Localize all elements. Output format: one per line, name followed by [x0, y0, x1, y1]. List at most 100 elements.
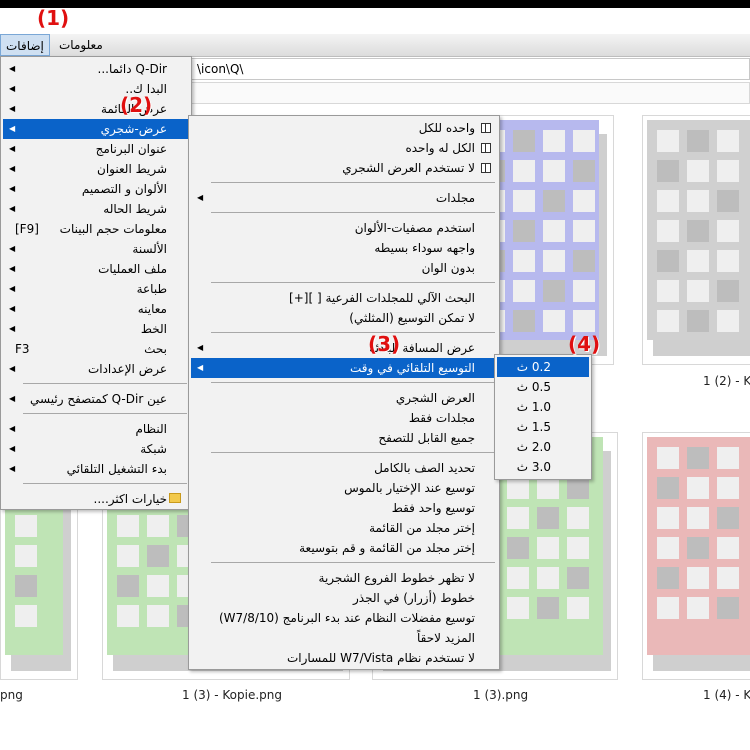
- tree-view-submenu: واحده للكل الكل له واحده لا تستخدم العرض ا…: [188, 115, 500, 670]
- menu-item-label: بحث: [144, 342, 167, 356]
- menu3-menu-item-4[interactable]: 2.0 ث: [497, 437, 589, 457]
- menu1-menu-item-16[interactable]: عين Q-Dir كمتصفح رئيسي ◀: [3, 389, 189, 409]
- menu1-menu-item-1[interactable]: البدا ك.. ◀: [3, 79, 189, 99]
- menu1-menu-item-13[interactable]: الخط ◀: [3, 319, 189, 339]
- menu1-menu-item-17[interactable]: النظام ◀: [3, 419, 189, 439]
- menu1-menu-item-3[interactable]: عرض-شجري ◀: [3, 119, 189, 139]
- menu2-menu-item-8[interactable]: لا تمكن التوسيع (المثلثي): [191, 308, 497, 328]
- menu1-menu-item-20[interactable]: خيارات اكثر....: [3, 489, 189, 509]
- menu3-menu-item-0[interactable]: 0.2 ث: [497, 357, 589, 377]
- annotation-2: (2): [120, 93, 153, 117]
- menu1-menu-item-7[interactable]: شريط الحاله ◀: [3, 199, 189, 219]
- menu-item-label: النظام: [135, 422, 167, 436]
- submenu-arrow-icon: ◀: [9, 124, 16, 133]
- submenu-arrow-icon: ◀: [9, 164, 16, 173]
- menu-addons[interactable]: إضافات: [0, 34, 50, 56]
- menu2-menu-item-13[interactable]: جميع القابل للتصفح: [191, 428, 497, 448]
- menu-item-label: التوسيع التلقائي في وقت: [349, 361, 475, 375]
- menu1-menu-item-6[interactable]: الألوان و التصميم ◀: [3, 179, 189, 199]
- menu-item-label: عنوان البرنامج: [95, 142, 167, 156]
- menu2-menu-item-12[interactable]: مجلدات فقط: [191, 408, 497, 428]
- menu2-menu-item-9[interactable]: عرض المسافة البادئة ◀: [191, 338, 497, 358]
- grid-icon: [481, 143, 491, 153]
- menu2-menu-item-11[interactable]: العرض الشجري: [191, 388, 497, 408]
- thumbnail[interactable]: [642, 432, 750, 680]
- menu-item-label: Q-Dir دائما...: [97, 62, 168, 76]
- menu1-menu-item-10[interactable]: ملف العمليات ◀: [3, 259, 189, 279]
- menu-separator: [23, 483, 187, 484]
- menu2-menu-item-23[interactable]: لا تستخدم نظام W7/Vista للمسارات: [191, 648, 497, 668]
- menu-item-label: واحده للكل: [418, 121, 475, 135]
- menu1-menu-item-11[interactable]: طباعة ◀: [3, 279, 189, 299]
- menu-separator: [211, 182, 495, 183]
- menu1-menu-item-18[interactable]: شبكة ◀: [3, 439, 189, 459]
- menu-item-label: شبكة: [140, 442, 167, 456]
- menu3-menu-item-3[interactable]: 1.5 ث: [497, 417, 589, 437]
- menu-item-label: المزيد لاحقاً: [417, 631, 475, 645]
- menu-item-label: عرض الإعدادات: [87, 362, 167, 376]
- menu-item-label: العرض الشجري: [395, 391, 475, 405]
- menu-info[interactable]: معلومات: [54, 34, 108, 56]
- menu-item-label: الخط: [140, 322, 167, 336]
- menu1-menu-item-9[interactable]: الألسنة ◀: [3, 239, 189, 259]
- menu-item-label: 3.0 ث: [516, 460, 551, 474]
- menu2-menu-item-2[interactable]: لا تستخدم العرض الشجري: [191, 158, 497, 178]
- menu2-menu-item-1[interactable]: الكل له واحده: [191, 138, 497, 158]
- submenu-arrow-icon: ◀: [9, 104, 16, 113]
- menu1-menu-item-15[interactable]: عرض الإعدادات ◀: [3, 359, 189, 379]
- menu-item-label: لا تستخدم نظام W7/Vista للمسارات: [286, 651, 475, 665]
- menu2-menu-item-7[interactable]: البحث الآلي للمجلدات الفرعية [ ][+]: [191, 288, 497, 308]
- menu2-menu-item-4[interactable]: استخدم مصفيات-الألوان: [191, 218, 497, 238]
- menu2-menu-item-17[interactable]: إختر مجلد من القائمة: [191, 518, 497, 538]
- grid-icon: [481, 123, 491, 133]
- menu3-menu-item-1[interactable]: 0.5 ث: [497, 377, 589, 397]
- menu1-menu-item-2[interactable]: عرض-القائمة ◀: [3, 99, 189, 119]
- menu2-menu-item-20[interactable]: خطوط (أزرار) في الجذر: [191, 588, 497, 608]
- menu2-menu-item-6[interactable]: بدون الوان: [191, 258, 497, 278]
- menu-item-label: إختر مجلد من القائمة: [369, 521, 475, 535]
- caption: 1 (2) - Ko: [703, 374, 750, 388]
- menu2-menu-item-21[interactable]: توسيع مفضلات النظام عند بدء البرنامج (W7…: [191, 608, 497, 628]
- menu-item-label: بدون الوان: [421, 261, 475, 275]
- addons-menu: Q-Dir دائما... ◀ البدا ك.. ◀ عرض-القائمة ◀ عرض…: [0, 56, 192, 510]
- menu2-menu-item-19[interactable]: لا تظهر خطوط الفروع الشجرية: [191, 568, 497, 588]
- menu1-menu-item-5[interactable]: شريط العنوان ◀: [3, 159, 189, 179]
- menu2-menu-item-22[interactable]: المزيد لاحقاً: [191, 628, 497, 648]
- menu-separator: [211, 452, 495, 453]
- submenu-arrow-icon: ◀: [9, 264, 16, 273]
- menu2-menu-item-3[interactable]: مجلدات ◀: [191, 188, 497, 208]
- menu3-menu-item-2[interactable]: 1.0 ث: [497, 397, 589, 417]
- menu-item-label: واجهه سوداء بسيطه: [374, 241, 475, 255]
- submenu-arrow-icon: ◀: [9, 144, 16, 153]
- menu-item-label: توسيع عند الإختيار بالموس: [344, 481, 475, 495]
- menu2-menu-item-14[interactable]: تحديد الصف بالكامل: [191, 458, 497, 478]
- menu-item-label: توسيع مفضلات النظام عند بدء البرنامج (W7…: [218, 611, 475, 625]
- menu-item-label: الألسنة: [132, 242, 167, 256]
- menu1-menu-item-14[interactable]: بحث F3: [3, 339, 189, 359]
- address-bar[interactable]: \icon\Q\: [188, 58, 750, 80]
- menu-separator: [211, 332, 495, 333]
- menu-item-label: 1.0 ث: [516, 400, 551, 414]
- menu2-menu-item-0[interactable]: واحده للكل: [191, 118, 497, 138]
- toolbar-strip: [188, 82, 750, 104]
- menu-item-label: معاينه: [137, 302, 167, 316]
- menu1-menu-item-4[interactable]: عنوان البرنامج ◀: [3, 139, 189, 159]
- menu2-menu-item-10[interactable]: التوسيع التلقائي في وقت ◀: [191, 358, 497, 378]
- menu1-menu-item-8[interactable]: معلومات حجم البينات [F9]: [3, 219, 189, 239]
- address-path: \icon\Q\: [197, 62, 244, 76]
- menu1-menu-item-19[interactable]: بدء التشغيل التلقائي ◀: [3, 459, 189, 479]
- menu2-menu-item-18[interactable]: إختر مجلد من القائمة و قم بتوسيعة: [191, 538, 497, 558]
- thumbnail[interactable]: [642, 115, 750, 365]
- menu2-menu-item-15[interactable]: توسيع عند الإختيار بالموس: [191, 478, 497, 498]
- submenu-arrow-icon: ◀: [197, 343, 204, 352]
- menu2-menu-item-16[interactable]: توسيع واحد فقط: [191, 498, 497, 518]
- menu2-menu-item-5[interactable]: واجهه سوداء بسيطه: [191, 238, 497, 258]
- submenu-arrow-icon: ◀: [9, 444, 16, 453]
- menu-item-label: ملف العمليات: [98, 262, 167, 276]
- menu1-menu-item-0[interactable]: Q-Dir دائما... ◀: [3, 59, 189, 79]
- menu3-menu-item-5[interactable]: 3.0 ث: [497, 457, 589, 477]
- menu-item-label: لا تظهر خطوط الفروع الشجرية: [318, 571, 475, 585]
- menu-item-label: الألوان و التصميم: [81, 182, 167, 196]
- menu1-menu-item-12[interactable]: معاينه ◀: [3, 299, 189, 319]
- menu-separator: [211, 282, 495, 283]
